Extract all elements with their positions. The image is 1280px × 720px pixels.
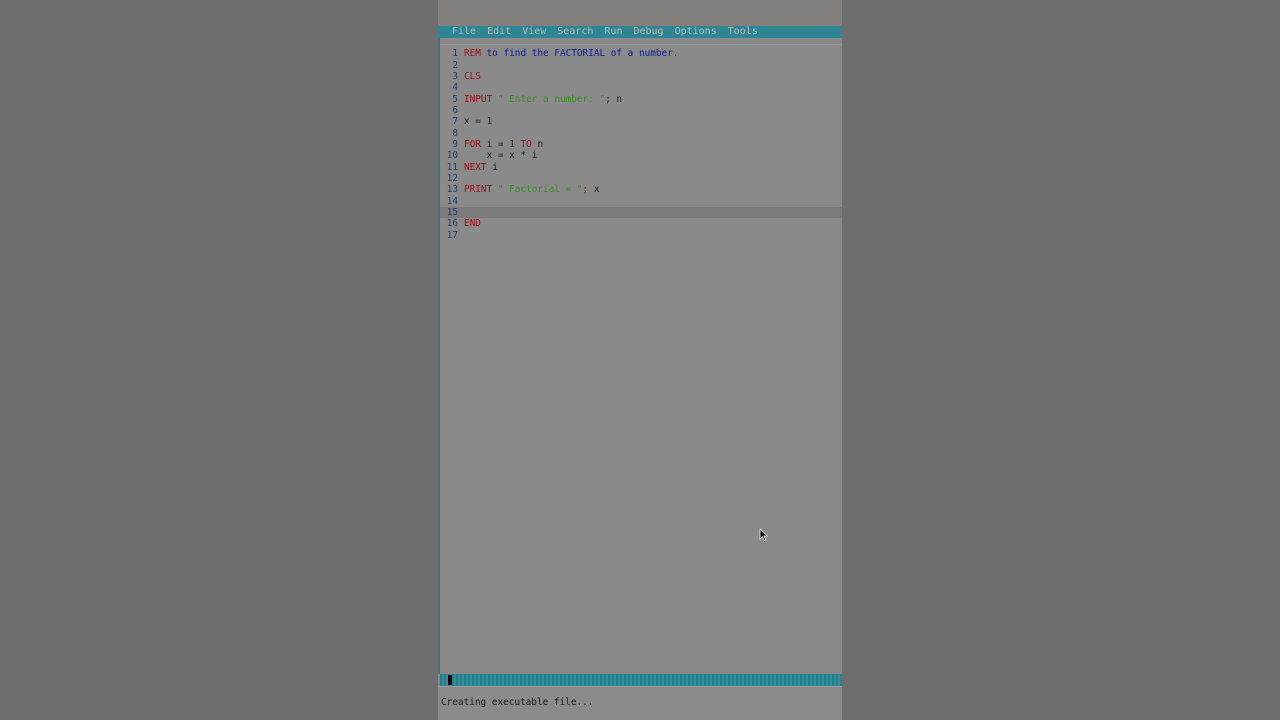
line-code: PRINT " Factorial = "; x: [464, 184, 599, 195]
menu-search[interactable]: Search: [557, 26, 593, 38]
code-line[interactable]: 4: [440, 82, 842, 93]
line-number: 13: [446, 184, 458, 196]
line-number: 9: [452, 139, 458, 150]
code-line[interactable]: 6: [440, 105, 842, 116]
code-token: x = 1: [464, 116, 493, 128]
status-message: Creating executable file...: [441, 697, 594, 708]
code-token: x = x * i: [464, 150, 538, 162]
code-line[interactable]: 17: [440, 230, 842, 241]
line-number: 16: [446, 218, 458, 230]
code-token: to find the FACTORIAL of a number.: [480, 48, 679, 60]
code-token: " Factorial = ": [492, 184, 583, 196]
line-number: 14: [446, 195, 458, 207]
line-number: 11: [446, 161, 458, 173]
code-line[interactable]: 9 FOR i = 1 TO n: [440, 139, 842, 150]
mouse-pointer-icon: [759, 528, 769, 542]
code-editor[interactable]: 1 REM to find the FACTORIAL of a number. 2…: [438, 38, 842, 674]
code-token: TO: [520, 139, 532, 150]
code-line[interactable]: 8: [440, 128, 842, 139]
status-bar: [440, 674, 842, 686]
screen: File Edit View Search Run Debug Options …: [0, 0, 1280, 720]
line-number: 4: [452, 82, 458, 94]
line-number: 5: [452, 93, 458, 105]
line-number: 12: [446, 173, 458, 185]
code-token: ; x: [582, 184, 600, 196]
code-line[interactable]: 7 x = 1: [440, 116, 842, 127]
menu-options[interactable]: Options: [675, 26, 717, 38]
line-code: END: [464, 218, 481, 229]
line-code: NEXT i: [464, 162, 498, 173]
line-number: 8: [452, 127, 458, 139]
line-code: INPUT " Enter a number: "; n: [464, 94, 622, 105]
line-code: FOR i = 1 TO n: [464, 139, 543, 150]
code-token: ; n: [605, 93, 623, 105]
code-token: INPUT: [464, 93, 493, 105]
menu-tools[interactable]: Tools: [728, 26, 758, 38]
code-token: END: [464, 218, 481, 230]
code-token: i = 1: [480, 139, 521, 150]
code-token: PRINT: [464, 184, 493, 196]
code-line[interactable]: 15: [440, 207, 842, 219]
line-number: 3: [452, 70, 458, 82]
code-line[interactable]: 5 INPUT " Enter a number: "; n: [440, 94, 842, 105]
code-token: CLS: [464, 70, 481, 82]
menu-edit[interactable]: Edit: [487, 26, 511, 38]
line-number: 10: [446, 150, 458, 162]
code-token: REM: [464, 48, 481, 60]
code-line[interactable]: 16 END: [440, 218, 842, 229]
code-line[interactable]: 12: [440, 173, 842, 184]
line-number: 1: [452, 48, 458, 60]
window-title-strip: [438, 0, 842, 26]
menu-run[interactable]: Run: [604, 26, 622, 38]
line-code: x = 1: [464, 116, 492, 127]
code-token: NEXT: [464, 161, 487, 173]
line-number: 2: [452, 59, 458, 71]
line-code: REM to find the FACTORIAL of a number.: [464, 48, 679, 59]
menu-view[interactable]: View: [522, 26, 546, 38]
status-cursor-icon: [448, 675, 452, 685]
qbasic-ide-window: File Edit View Search Run Debug Options …: [438, 0, 842, 720]
line-code: CLS: [464, 71, 481, 82]
line-number: 17: [446, 229, 458, 241]
code-line[interactable]: 14: [440, 196, 842, 207]
code-line[interactable]: 10 x = x * i: [440, 150, 842, 161]
line-number: 6: [452, 104, 458, 116]
menu-file[interactable]: File: [452, 26, 476, 38]
code-line[interactable]: 2: [440, 60, 842, 71]
line-code: x = x * i: [464, 150, 538, 162]
code-line[interactable]: 3 CLS: [440, 71, 842, 82]
code-token: " Enter a number: ": [492, 93, 606, 105]
code-line[interactable]: 13 PRINT " Factorial = "; x: [440, 184, 842, 195]
code-token: i: [486, 161, 498, 173]
line-number: 7: [452, 116, 458, 128]
code-line[interactable]: 11 NEXT i: [440, 162, 842, 173]
code-token: n: [531, 139, 544, 150]
editor-top-rule: [440, 44, 842, 45]
menu-debug[interactable]: Debug: [633, 26, 663, 38]
message-area: Creating executable file...: [438, 686, 842, 720]
code-token: FOR: [464, 139, 481, 150]
line-number: 15: [446, 207, 458, 219]
code-line[interactable]: 1 REM to find the FACTORIAL of a number.: [440, 48, 842, 59]
menu-bar: File Edit View Search Run Debug Options …: [438, 26, 842, 38]
